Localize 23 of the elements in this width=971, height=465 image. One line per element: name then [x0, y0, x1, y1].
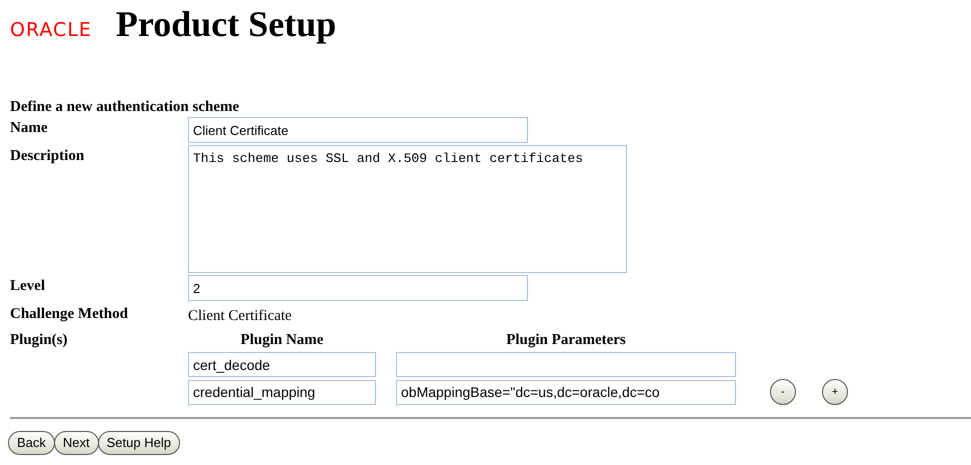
plugin-parameters-field[interactable] — [396, 352, 736, 377]
field-label: Plugin(s) — [10, 331, 69, 350]
column-header: Plugin Parameters — [505, 331, 627, 350]
text-field[interactable]: Client Certificate — [188, 117, 528, 143]
plugin-parameters-field[interactable]: obMappingBase="dc=us,dc=oracle,dc=co — [396, 380, 736, 404]
nav-button[interactable]: Back — [8, 431, 55, 455]
text-field[interactable]: 2 — [188, 275, 528, 301]
field-value: Client Certificate — [188, 307, 292, 326]
text-area[interactable]: This scheme uses SSL and X.509 client certificates — [188, 145, 627, 273]
field-label: Name — [10, 119, 48, 138]
logo: ORACLE — [10, 18, 92, 42]
field-label: Challenge Method — [10, 305, 129, 324]
nav-button[interactable]: Next — [54, 431, 99, 455]
plugin-name-field[interactable]: cert_decode — [188, 352, 376, 377]
column-header: Plugin Name — [240, 331, 324, 350]
section-heading: Define a new authentication scheme — [10, 98, 240, 116]
field-label: Level — [10, 277, 46, 296]
plugin-name-field[interactable]: credential_mapping — [188, 380, 376, 404]
field-label: Description — [10, 147, 86, 166]
nav-button[interactable]: Setup Help — [98, 431, 180, 455]
remove-row-button[interactable]: - — [770, 379, 796, 405]
page-title: Product Setup — [116, 6, 336, 42]
add-row-button[interactable]: + — [822, 379, 848, 405]
